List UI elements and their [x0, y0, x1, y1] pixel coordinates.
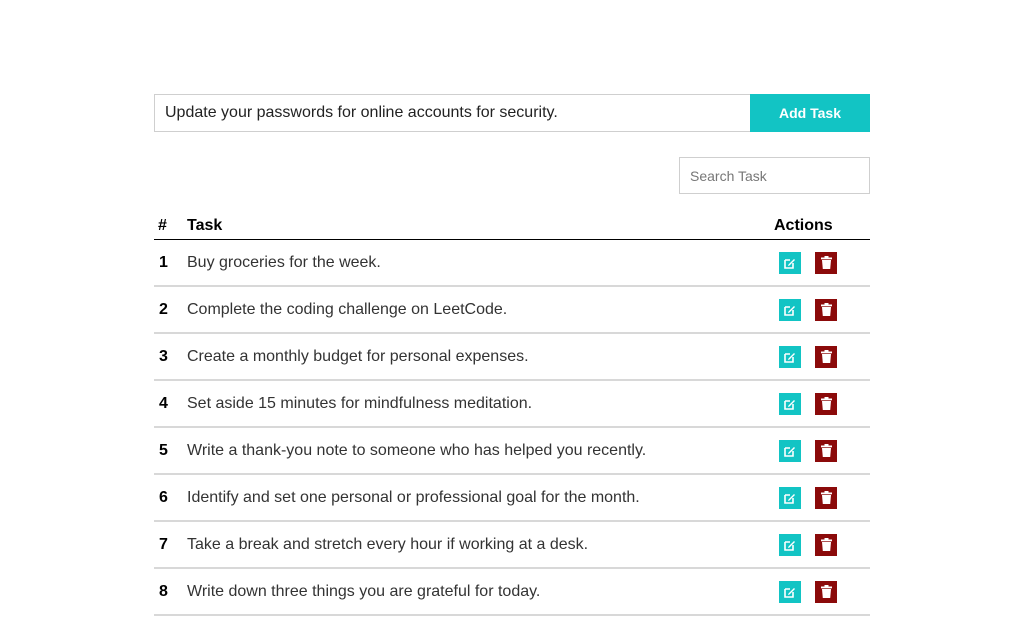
edit-task-button[interactable] [779, 580, 801, 603]
edit-task-button[interactable] [779, 251, 801, 274]
task-actions [774, 427, 870, 475]
search-task-input[interactable] [679, 157, 870, 194]
task-number: 3 [154, 333, 187, 381]
edit-icon [784, 352, 795, 363]
task-number: 5 [154, 427, 187, 475]
edit-icon [784, 587, 795, 598]
task-list: 1 Buy groceries for the week. 2 Complete… [154, 239, 870, 616]
table-row: 6 Identify and set one personal or profe… [154, 474, 870, 522]
delete-task-button[interactable] [815, 533, 837, 556]
table-row: 5 Write a thank-you note to someone who … [154, 427, 870, 475]
table-row: 8 Write down three things you are gratef… [154, 568, 870, 616]
task-number: 6 [154, 474, 187, 522]
trash-icon [820, 256, 832, 269]
task-text: Complete the coding challenge on LeetCod… [187, 286, 774, 334]
task-actions [774, 239, 870, 287]
delete-task-button[interactable] [815, 251, 837, 274]
table-row: 2 Complete the coding challenge on LeetC… [154, 286, 870, 334]
add-task-button[interactable]: Add Task [750, 94, 870, 132]
task-text: Create a monthly budget for personal exp… [187, 333, 774, 381]
search-bar [154, 157, 870, 194]
edit-task-button[interactable] [779, 439, 801, 462]
task-actions [774, 286, 870, 334]
table-row: 4 Set aside 15 minutes for mindfulness m… [154, 380, 870, 428]
trash-icon [820, 538, 832, 551]
table-header-row: # Task Actions [154, 213, 870, 240]
task-number: 1 [154, 239, 187, 287]
task-number: 2 [154, 286, 187, 334]
task-actions [774, 568, 870, 616]
delete-task-button[interactable] [815, 486, 837, 509]
table-row: 1 Buy groceries for the week. [154, 239, 870, 287]
todo-app: Add Task # Task Actions 1 Buy groceries … [154, 94, 870, 616]
edit-task-button[interactable] [779, 345, 801, 368]
edit-task-button[interactable] [779, 533, 801, 556]
task-number: 4 [154, 380, 187, 428]
table-row: 3 Create a monthly budget for personal e… [154, 333, 870, 381]
task-text: Take a break and stretch every hour if w… [187, 521, 774, 569]
task-table: # Task Actions 1 Buy groceries for the w… [154, 213, 870, 616]
delete-task-button[interactable] [815, 345, 837, 368]
trash-icon [820, 585, 832, 598]
edit-task-button[interactable] [779, 298, 801, 321]
task-text: Buy groceries for the week. [187, 239, 774, 287]
column-header-actions: Actions [774, 213, 870, 240]
delete-task-button[interactable] [815, 439, 837, 462]
column-header-task: Task [187, 213, 774, 240]
edit-icon [784, 305, 795, 316]
task-text: Identify and set one personal or profess… [187, 474, 774, 522]
edit-icon [784, 446, 795, 457]
task-number: 7 [154, 521, 187, 569]
task-actions [774, 474, 870, 522]
trash-icon [820, 303, 832, 316]
edit-icon [784, 258, 795, 269]
delete-task-button[interactable] [815, 298, 837, 321]
edit-task-button[interactable] [779, 392, 801, 415]
task-text: Set aside 15 minutes for mindfulness med… [187, 380, 774, 428]
edit-icon [784, 493, 795, 504]
edit-task-button[interactable] [779, 486, 801, 509]
trash-icon [820, 350, 832, 363]
task-actions [774, 380, 870, 428]
edit-icon [784, 399, 795, 410]
add-task-form: Add Task [154, 94, 870, 132]
task-number: 8 [154, 568, 187, 616]
trash-icon [820, 397, 832, 410]
trash-icon [820, 444, 832, 457]
delete-task-button[interactable] [815, 580, 837, 603]
trash-icon [820, 491, 832, 504]
task-actions [774, 333, 870, 381]
column-header-number: # [154, 213, 187, 240]
task-text: Write a thank-you note to someone who ha… [187, 427, 774, 475]
task-text: Write down three things you are grateful… [187, 568, 774, 616]
delete-task-button[interactable] [815, 392, 837, 415]
table-row: 7 Take a break and stretch every hour if… [154, 521, 870, 569]
edit-icon [784, 540, 795, 551]
task-actions [774, 521, 870, 569]
new-task-input[interactable] [154, 94, 750, 132]
